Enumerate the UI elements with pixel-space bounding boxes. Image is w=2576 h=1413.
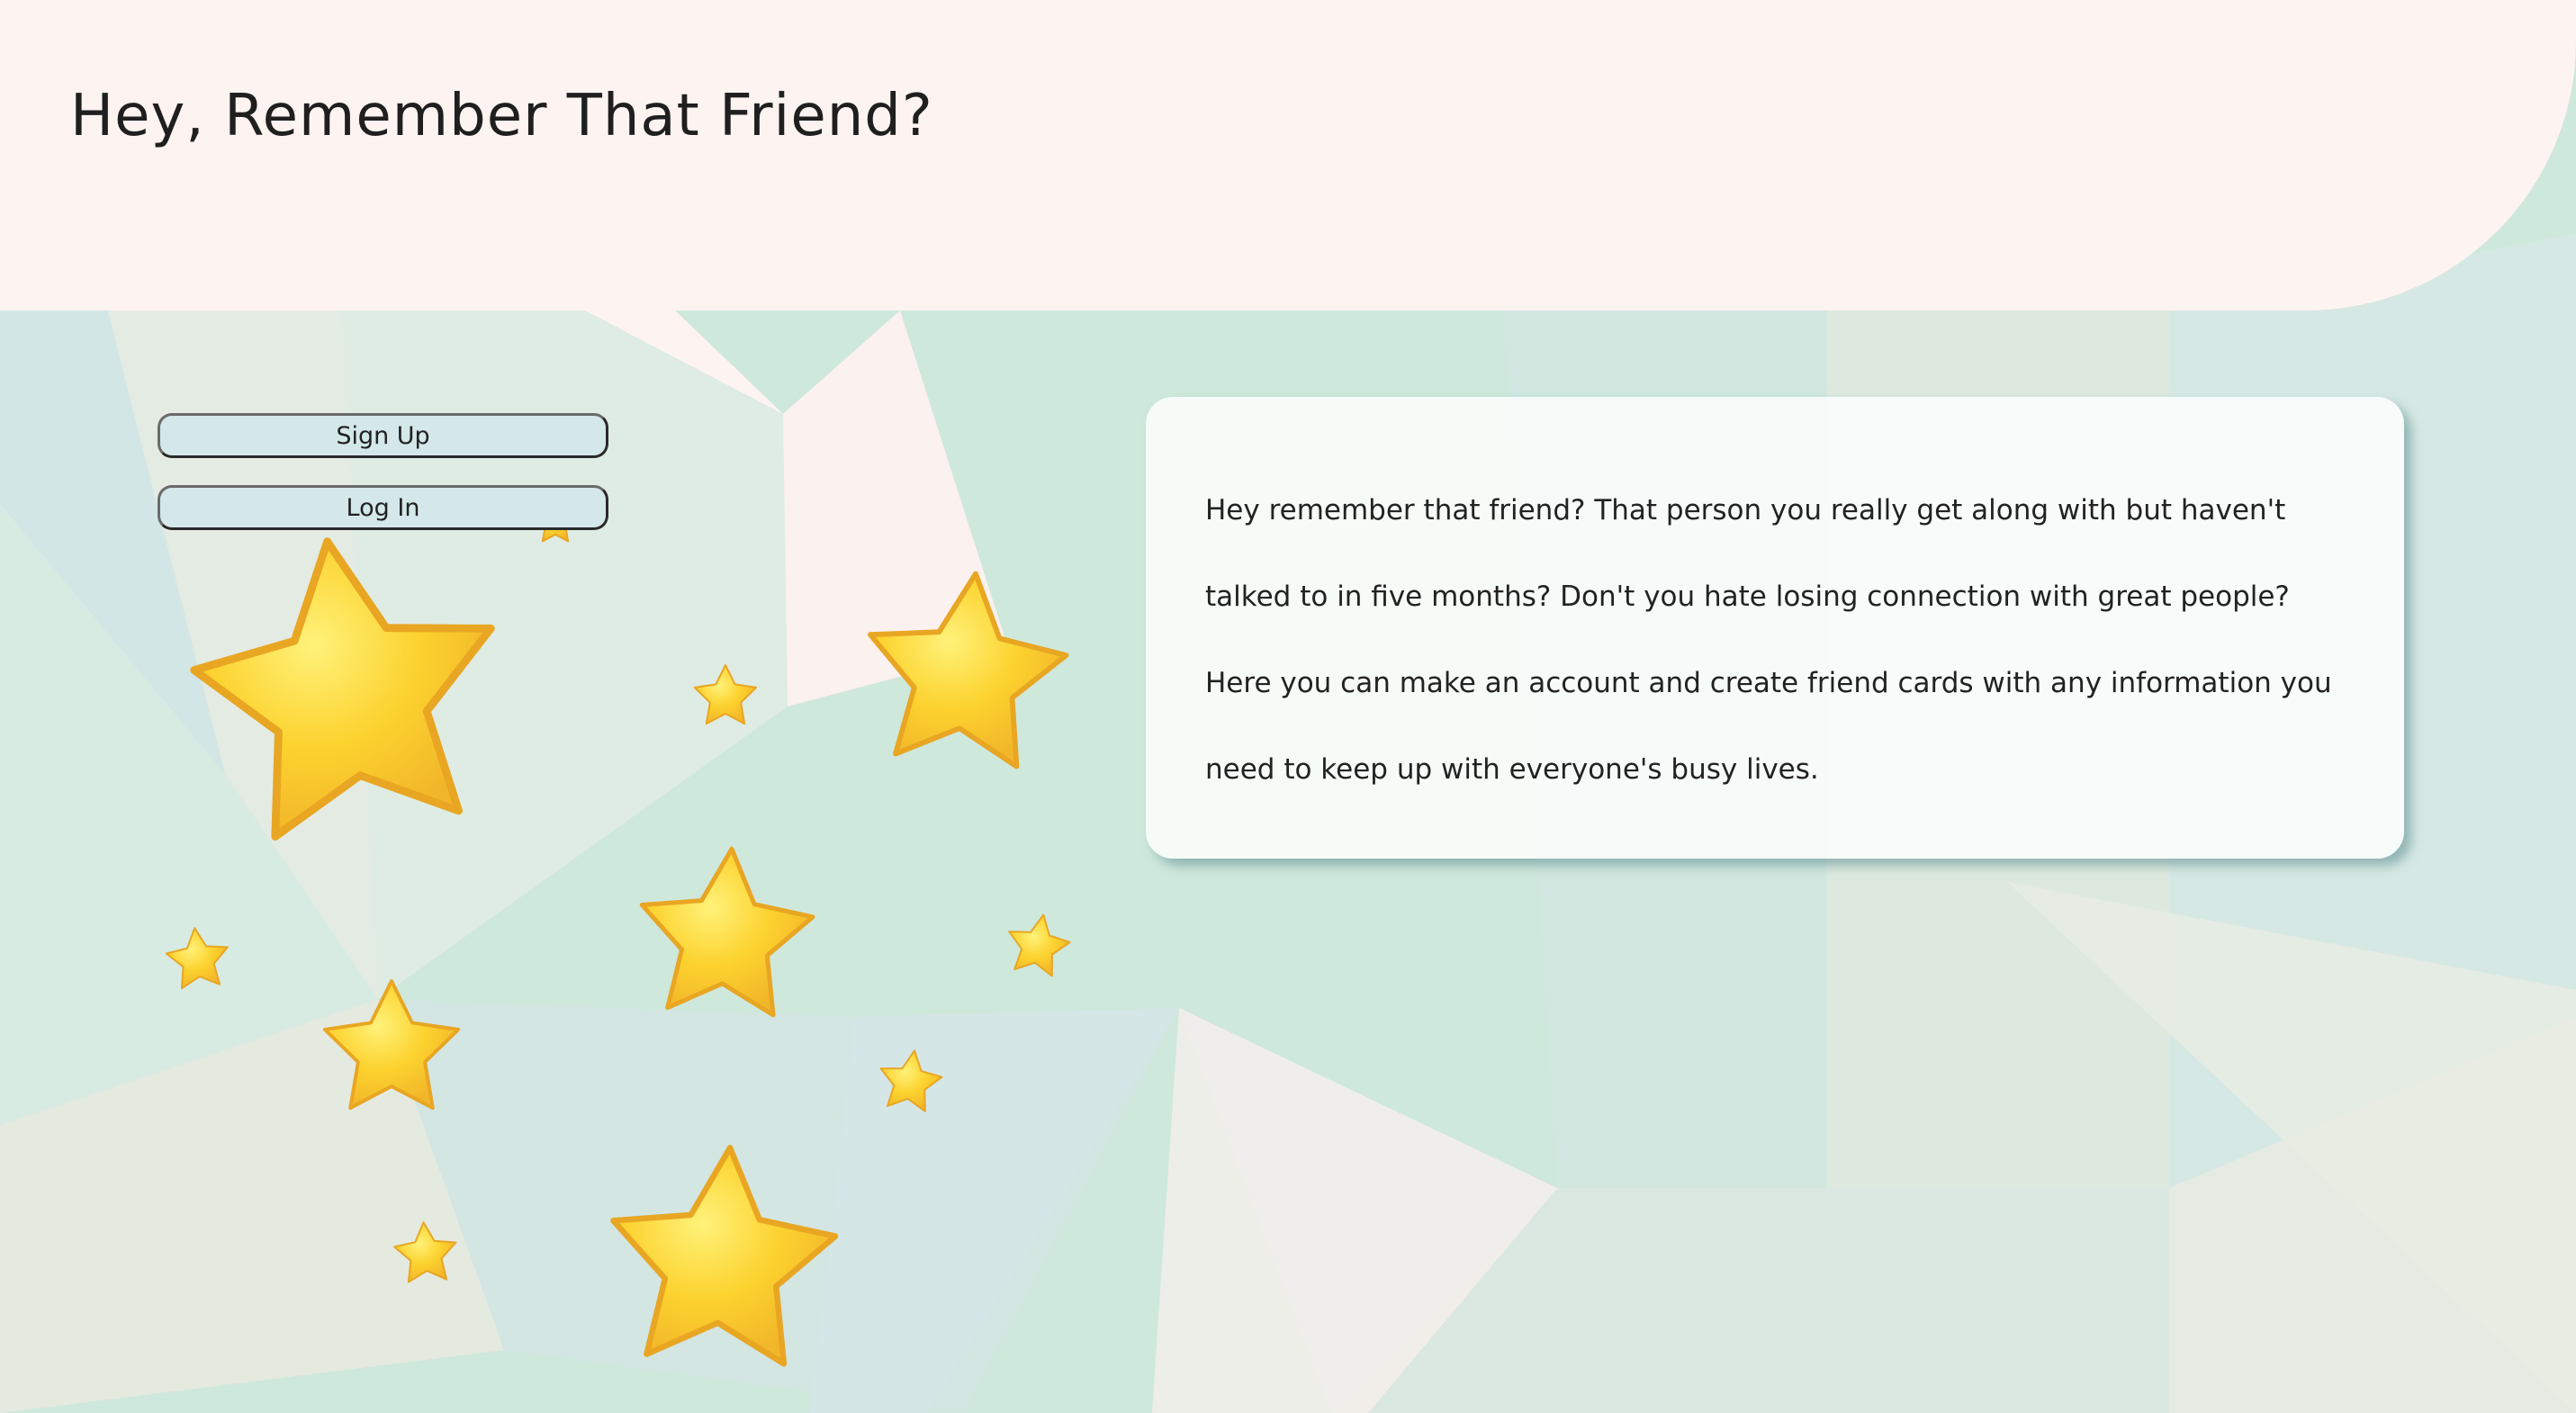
intro-card: Hey remember that friend? That person yo… (1146, 397, 2404, 859)
intro-text: Hey remember that friend? That person yo… (1205, 494, 2332, 786)
log-in-button[interactable]: Log In (158, 485, 608, 530)
sign-up-button[interactable]: Sign Up (158, 413, 608, 458)
page-header: Hey, Remember That Friend? (0, 0, 2576, 310)
page-title: Hey, Remember That Friend? (70, 83, 933, 149)
